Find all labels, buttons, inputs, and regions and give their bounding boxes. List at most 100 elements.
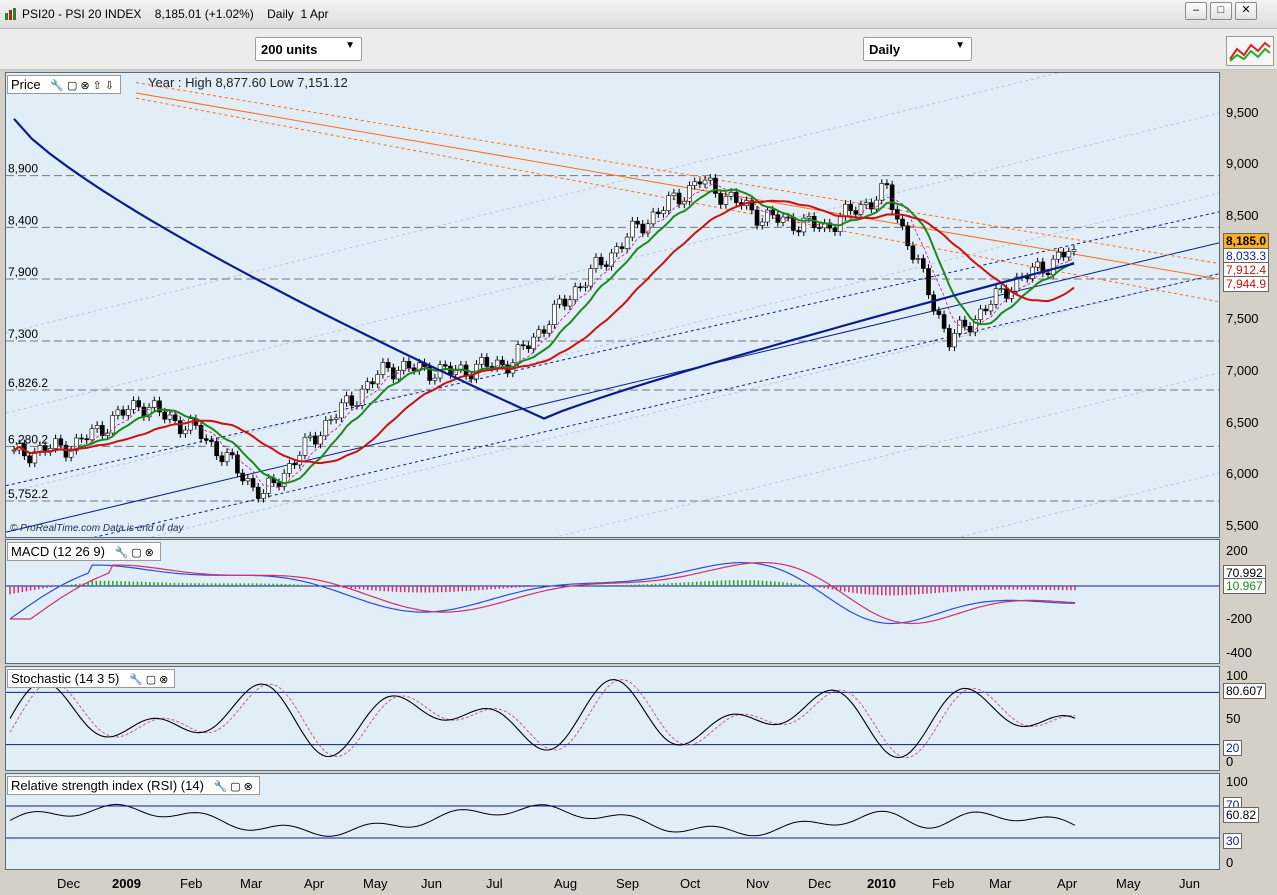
stochastic-y-tick: 0 <box>1226 754 1234 769</box>
candle-body <box>515 344 521 364</box>
candle-body <box>219 455 225 463</box>
x-tick-label: Mar <box>989 876 1012 891</box>
x-tick-label: May <box>363 876 388 891</box>
fan-line <box>6 192 1219 494</box>
candle-body <box>848 203 853 211</box>
candle-body <box>983 308 988 312</box>
title-bar: PSI20 - PSI 20 INDEX 8,185.01 (+1.02%) D… <box>0 0 1277 29</box>
candle-body <box>406 361 412 369</box>
candle-body <box>287 463 292 474</box>
trend-line <box>6 242 1219 533</box>
candle-body <box>126 409 131 416</box>
stochastic-panel[interactable] <box>5 666 1220 771</box>
candle-body <box>926 268 931 296</box>
candle-body <box>292 463 297 466</box>
candle-body <box>162 411 167 420</box>
x-tick-label: Mar <box>240 876 263 891</box>
rsi-lower-tag: 30 <box>1223 833 1243 849</box>
panel-tools-icons[interactable]: 🔧▢⊗⇧⇩ <box>50 80 117 92</box>
signal-value-tag: 10.967 <box>1223 578 1266 594</box>
candle-body <box>879 183 885 201</box>
candle-body <box>635 220 640 225</box>
candle-body <box>915 258 921 260</box>
candle-body <box>614 246 620 254</box>
candle-body <box>993 288 999 305</box>
stochastic-y-tick: 100 <box>1226 668 1248 683</box>
panel-tools-icons[interactable]: 🔧▢⊗ <box>115 547 157 559</box>
price-chart[interactable]: 8,900 8,400 7,900 7,300 6,826.2 6,280.2 5,752.… <box>6 73 1219 537</box>
rsi-y-tick: 100 <box>1226 774 1248 789</box>
minimize-button[interactable]: – <box>1185 2 1207 20</box>
candle-body <box>203 438 209 441</box>
candle-body <box>136 400 142 408</box>
maximize-button[interactable]: □ <box>1210 2 1232 20</box>
macd-panel[interactable] <box>5 539 1220 664</box>
candle-body <box>526 345 531 349</box>
price-y-tick: 6,500 <box>1226 414 1259 430</box>
rsi-y-tick: 0 <box>1226 855 1234 870</box>
candle-body <box>339 402 344 419</box>
panel-tools-icons[interactable]: 🔧▢⊗ <box>214 781 256 793</box>
candle-body <box>214 441 219 457</box>
candle-body <box>952 333 957 348</box>
macd-y-tick: 200 <box>1226 543 1248 558</box>
candle-body <box>318 435 323 445</box>
candle-body <box>58 438 64 446</box>
rsi-label: Relative strength index (RSI) (14) <box>11 778 204 793</box>
candle-body <box>385 362 391 369</box>
macd-chart[interactable] <box>6 540 1219 663</box>
x-tick-label: Aug <box>554 876 578 891</box>
candle-body <box>531 336 536 349</box>
candle-body <box>921 258 926 269</box>
data-credit: © ProRealTime.com Data is end of day <box>10 523 184 534</box>
period-value: Daily <box>869 42 901 57</box>
candle-body <box>759 221 765 226</box>
candle-body <box>536 329 542 338</box>
chevron-down-icon: ▼ <box>955 40 965 51</box>
candle-body <box>676 192 682 205</box>
app-chart-icon <box>5 8 16 20</box>
level-label: 8,900 <box>8 162 38 176</box>
candle-body <box>718 193 723 205</box>
candle-body <box>832 227 838 232</box>
price-y-tick: 6,000 <box>1226 466 1259 482</box>
price-y-tick: 9,500 <box>1226 104 1259 120</box>
macd-y-tick: -200 <box>1226 611 1253 626</box>
candle-body <box>562 298 568 307</box>
candle-body <box>863 202 869 205</box>
x-tick-label: Feb <box>932 876 955 891</box>
candle-body <box>167 414 173 420</box>
x-tick-label: 2009 <box>112 876 141 891</box>
candle-body <box>1030 266 1035 279</box>
candle-body <box>183 429 188 435</box>
panel-tools-icons[interactable]: 🔧▢⊗ <box>129 674 171 686</box>
stochastic-chart[interactable] <box>6 667 1219 770</box>
x-tick-label: Dec <box>808 876 832 891</box>
price-y-tick: 8,500 <box>1226 208 1259 223</box>
candle-body <box>946 328 952 348</box>
candle-body <box>302 436 308 456</box>
period-select[interactable]: Daily ▼ <box>863 37 972 61</box>
candle-body <box>224 452 230 463</box>
candle-body <box>671 192 677 197</box>
candle-body <box>276 482 282 487</box>
close-button[interactable]: ✕ <box>1235 2 1257 20</box>
stochastic-line-tag: 20 <box>1223 740 1243 756</box>
current-price-tag: 8,185.0 <box>1223 233 1270 249</box>
candle-body <box>177 420 183 435</box>
candle-body <box>619 246 625 249</box>
candle-body <box>307 435 313 438</box>
level-label: 7,300 <box>8 327 38 341</box>
candle-body <box>1004 288 1009 299</box>
fan-line <box>553 372 1219 537</box>
units-select[interactable]: 200 units ▼ <box>255 37 362 61</box>
macd-panel-label: MACD (12 26 9) 🔧▢⊗ <box>7 542 161 561</box>
candle-body <box>900 218 905 227</box>
candle-body <box>998 288 1004 290</box>
candle-body <box>250 478 256 488</box>
candle-body <box>484 357 490 367</box>
candle-body <box>79 437 84 440</box>
chart-tools-icon[interactable] <box>1226 36 1274 66</box>
level-label: 7,900 <box>8 265 38 279</box>
price-panel[interactable]: 8,900 8,400 7,900 7,300 6,826.2 6,280.2 5,752.… <box>5 72 1220 538</box>
